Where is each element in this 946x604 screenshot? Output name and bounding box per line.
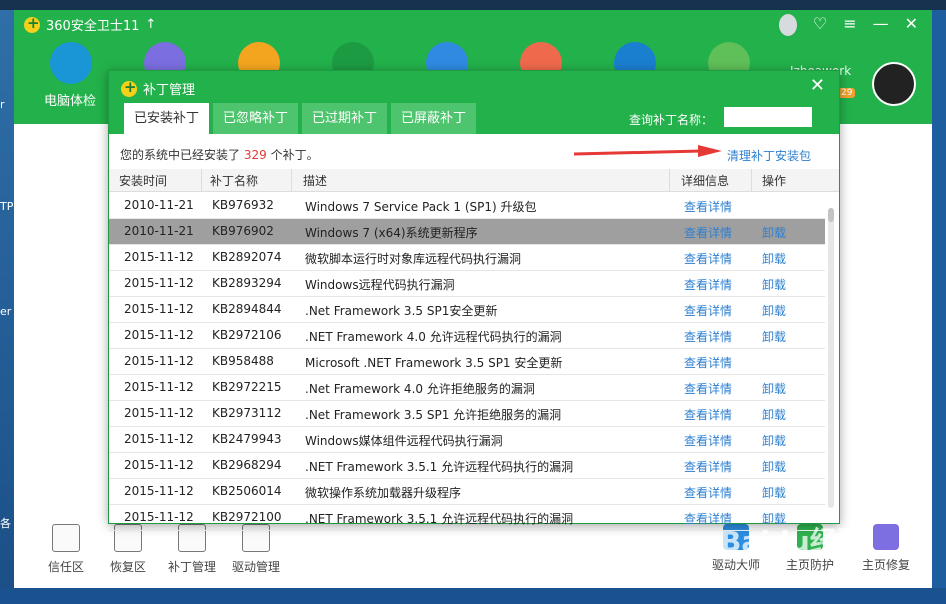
- table-row-selected[interactable]: 2010-11-21 KB976902 Windows 7 (x64)系统更新程…: [109, 219, 825, 245]
- desktop-right-strip: [932, 10, 946, 604]
- view-details-link[interactable]: 查看详情: [684, 458, 732, 475]
- uninstall-link[interactable]: 卸载: [762, 484, 786, 501]
- dialog-title: 补丁管理: [121, 78, 195, 98]
- view-details-link[interactable]: 查看详情: [684, 276, 732, 293]
- uninstall-link[interactable]: 卸载: [762, 458, 786, 475]
- table-row[interactable]: 2015-11-12 KB2506014 微软操作系统加载器升级程序 查看详情 …: [109, 479, 825, 505]
- tool-patch-manager[interactable]: 补丁管理: [162, 524, 222, 575]
- uninstall-link[interactable]: 卸载: [762, 302, 786, 319]
- close-icon[interactable]: ✕: [905, 14, 918, 36]
- table-row[interactable]: 2015-11-12 KB2892074 微软脚本运行时对象库远程代码执行漏洞 …: [109, 245, 825, 271]
- uninstall-link[interactable]: 卸载: [762, 250, 786, 267]
- homepage-repair-icon: [873, 524, 899, 550]
- view-details-link[interactable]: 查看详情: [684, 354, 732, 371]
- checkup-nav-icon[interactable]: [50, 42, 92, 84]
- patch-manager-dialog: 补丁管理 ✕ 已安装补丁 已忽略补丁 已过期补丁 已屏蔽补丁 查询补丁名称： 您…: [108, 70, 840, 531]
- upgrade-arrow-icon[interactable]: ↑: [145, 17, 156, 32]
- table-scrollbar[interactable]: [828, 208, 834, 508]
- installed-count: 329: [243, 148, 267, 162]
- desktop-taskbar-top: [0, 0, 946, 10]
- tab-ignored[interactable]: 已忽略补丁: [213, 103, 299, 134]
- watermark-text: Baidu经验: [720, 525, 866, 558]
- app-title-text: 360安全卫士11: [46, 19, 140, 34]
- table-row[interactable]: 2015-11-12 KB2893294 Windows远程代码执行漏洞 查看详…: [109, 271, 825, 297]
- table-header: 安装时间 补丁名称 描述 详细信息 操作: [109, 169, 839, 192]
- tool-trust-zone[interactable]: 信任区: [36, 524, 96, 575]
- view-details-link[interactable]: 查看详情: [684, 406, 732, 423]
- query-label: 查询补丁名称：: [629, 113, 714, 127]
- col-details[interactable]: 详细信息: [681, 172, 729, 189]
- query-input[interactable]: [724, 107, 812, 127]
- level-badge: 29: [838, 88, 856, 98]
- patch-tabs: 已安装补丁 已忽略补丁 已过期补丁 已屏蔽补丁: [124, 103, 477, 134]
- view-details-link[interactable]: 查看详情: [684, 484, 732, 501]
- tab-blocked[interactable]: 已屏蔽补丁: [391, 103, 477, 134]
- desktop-left-strip: r TP er 各: [0, 10, 14, 604]
- desktop-bottom-strip: [0, 588, 946, 604]
- col-install-date[interactable]: 安装时间: [119, 172, 167, 189]
- skin-icon[interactable]: ♡: [813, 14, 827, 36]
- view-details-link[interactable]: 查看详情: [684, 250, 732, 267]
- table-row[interactable]: 2015-11-12 KB2972215 .Net Framework 4.0 …: [109, 375, 825, 401]
- col-description[interactable]: 描述: [303, 172, 327, 189]
- logo-360-icon: [121, 78, 137, 97]
- view-details-link[interactable]: 查看详情: [684, 328, 732, 345]
- table-row[interactable]: 2015-11-12 KB2968294 .NET Framework 3.5.…: [109, 453, 825, 479]
- logo-360-icon: [24, 14, 40, 33]
- nav-label-checkup[interactable]: 电脑体检: [44, 90, 96, 109]
- table-row[interactable]: 2015-11-12 KB2894844 .Net Framework 3.5 …: [109, 297, 825, 323]
- trust-zone-icon: [52, 524, 80, 552]
- table-row[interactable]: 2015-11-12 KB2972106 .NET Framework 4.0 …: [109, 323, 825, 349]
- installed-summary: 您的系统中已经安装了 329 个补丁。: [120, 148, 319, 162]
- window-controls: ♡ ≡ — ✕: [778, 14, 918, 36]
- table-row[interactable]: 2015-11-12 KB2479943 Windows媒体组件远程代码执行漏洞…: [109, 427, 825, 453]
- uninstall-link[interactable]: 卸载: [762, 380, 786, 397]
- table-row[interactable]: 2015-11-12 KB2973112 .Net Framework 3.5 …: [109, 401, 825, 427]
- uninstall-link[interactable]: 卸载: [762, 432, 786, 449]
- app-title: 360安全卫士11 ↑: [24, 14, 156, 34]
- menu-icon[interactable]: ≡: [843, 14, 856, 36]
- view-details-link[interactable]: 查看详情: [684, 198, 732, 215]
- col-action[interactable]: 操作: [762, 172, 786, 189]
- uninstall-link[interactable]: 卸载: [762, 276, 786, 293]
- view-details-link[interactable]: 查看详情: [684, 302, 732, 319]
- red-arrow-annotation: [574, 145, 722, 157]
- tab-expired[interactable]: 已过期补丁: [302, 103, 388, 134]
- avatar[interactable]: [872, 62, 916, 106]
- table-row[interactable]: 2015-11-12 KB958488 Microsoft .NET Frame…: [109, 349, 825, 375]
- view-details-link[interactable]: 查看详情: [684, 224, 732, 241]
- col-patch-name[interactable]: 补丁名称: [210, 172, 258, 189]
- uninstall-link[interactable]: 卸载: [762, 224, 786, 241]
- tab-installed[interactable]: 已安装补丁: [124, 103, 210, 134]
- dialog-header: 补丁管理 ✕ 已安装补丁 已忽略补丁 已过期补丁 已屏蔽补丁 查询补丁名称：: [109, 71, 839, 134]
- table-row[interactable]: 2015-11-12 KB2972100 .NET Framework 3.5.…: [109, 505, 825, 531]
- table-row[interactable]: 2010-11-21 KB976932 Windows 7 Service Pa…: [109, 193, 825, 219]
- minimize-icon[interactable]: —: [873, 14, 889, 36]
- dialog-close-icon[interactable]: ✕: [810, 75, 825, 96]
- view-details-link[interactable]: 查看详情: [684, 380, 732, 397]
- medal-icon[interactable]: [778, 14, 797, 36]
- tool-restore-zone[interactable]: 恢复区: [98, 524, 158, 575]
- scrollbar-thumb[interactable]: [828, 208, 834, 222]
- uninstall-link[interactable]: 卸载: [762, 328, 786, 345]
- tool-driver-manager[interactable]: 驱动管理: [226, 524, 286, 575]
- uninstall-link[interactable]: 卸载: [762, 406, 786, 423]
- view-details-link[interactable]: 查看详情: [684, 432, 732, 449]
- patch-rows: 2010-11-21 KB976932 Windows 7 Service Pa…: [109, 193, 825, 531]
- clean-package-link[interactable]: 清理补丁安装包: [727, 147, 811, 164]
